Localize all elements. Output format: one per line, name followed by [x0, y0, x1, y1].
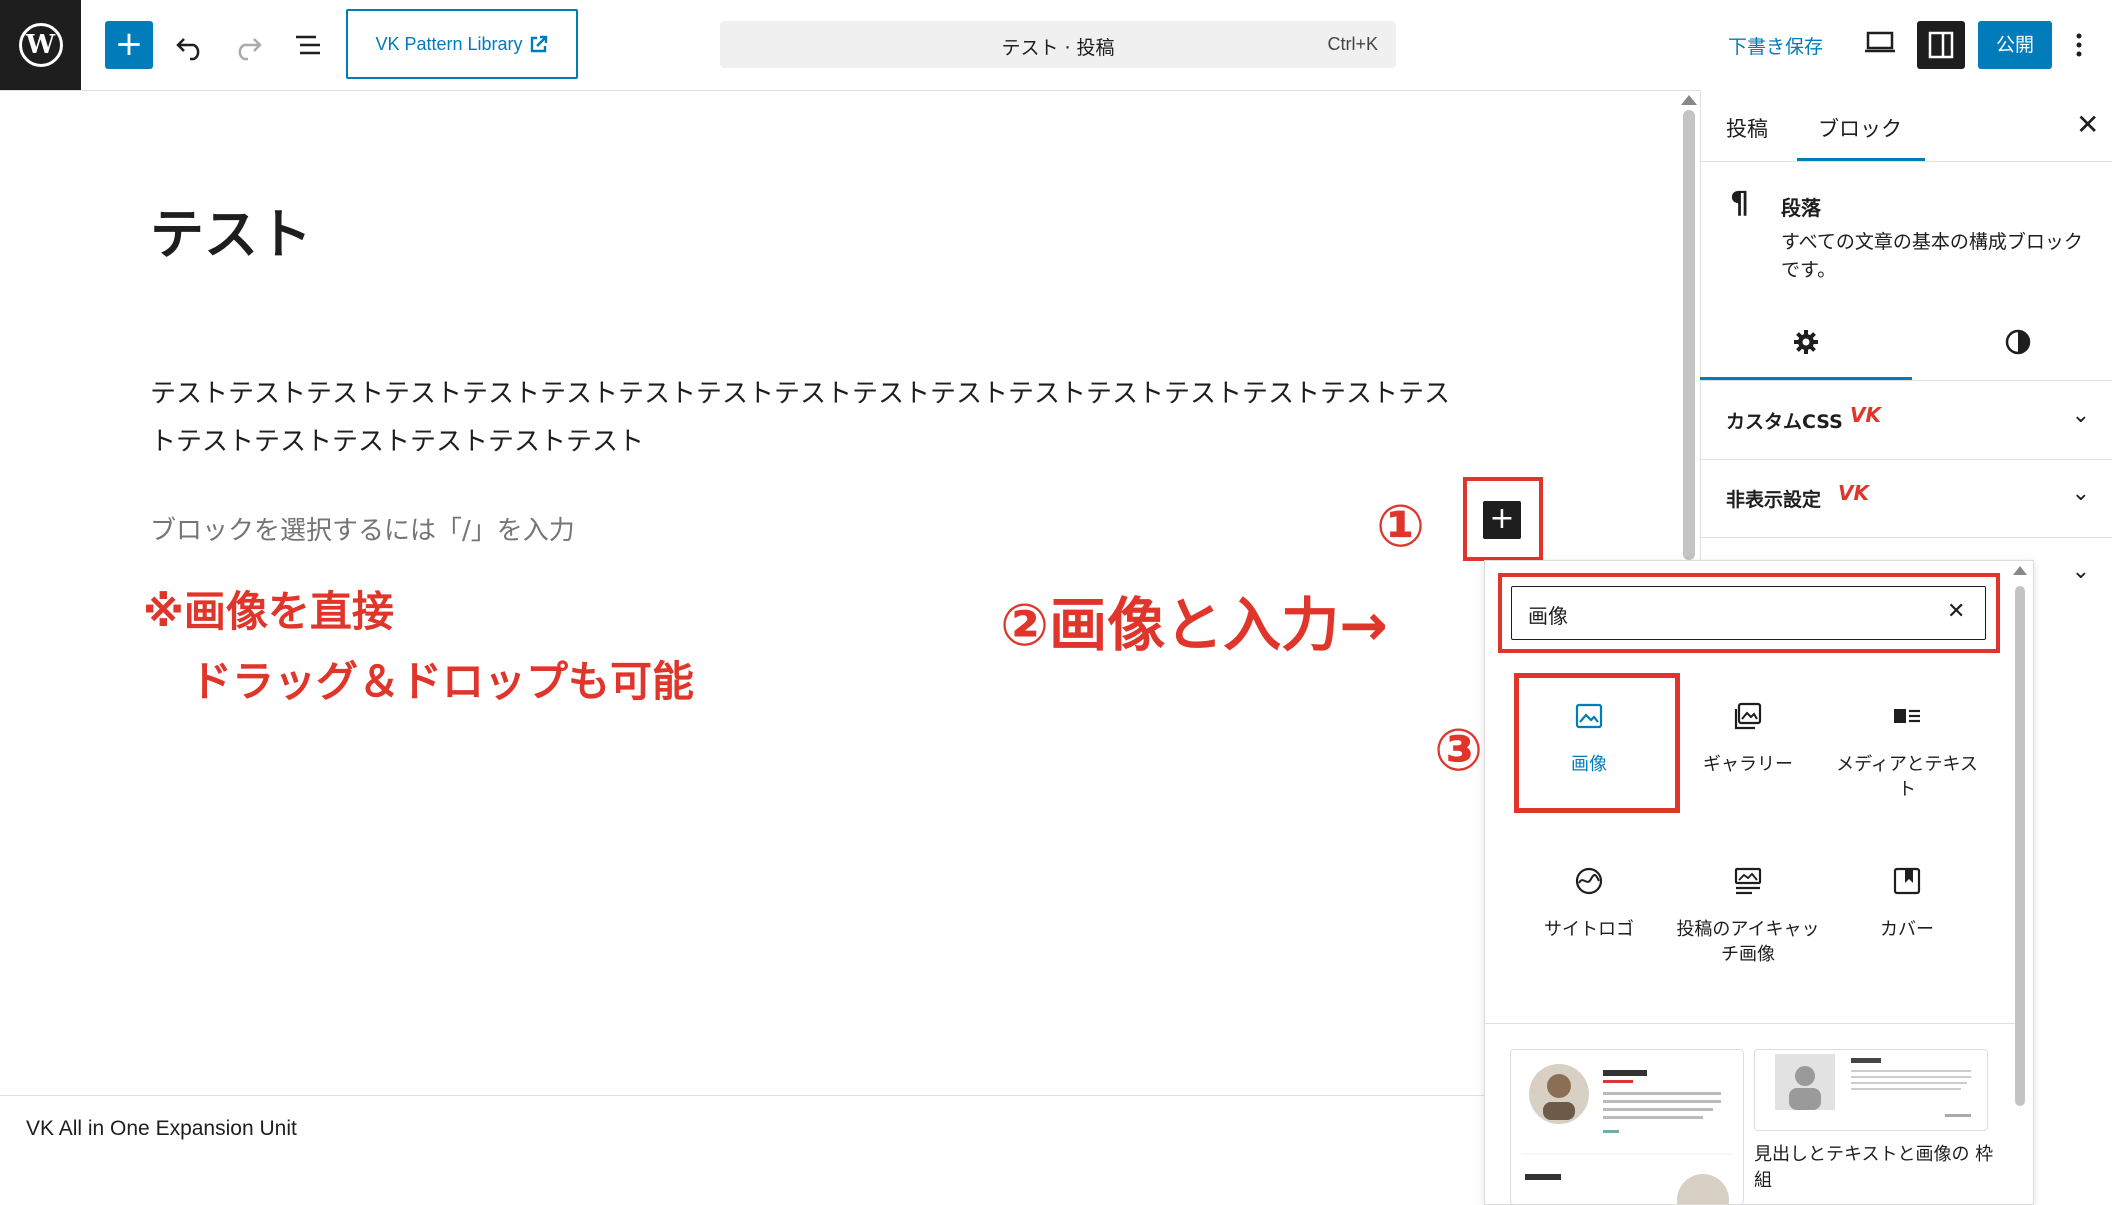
panel-title: 非表示設定: [1726, 489, 1822, 511]
pattern-title: 見出しとテキストと画像の 枠組: [1754, 1144, 1994, 1191]
chevron-down-icon: ⌄: [2071, 403, 2090, 428]
block-item-gallery[interactable]: ギャラリー: [1673, 700, 1823, 777]
block-item-media-text[interactable]: メディアとテキスト: [1832, 700, 1982, 802]
scroll-up-arrow-icon[interactable]: [2013, 566, 2027, 575]
pattern-thumbnail: [1521, 1064, 1733, 1204]
settings-sidebar-toggle-button[interactable]: [1917, 21, 1965, 69]
vk-pattern-library-label: VK Pattern Library: [375, 33, 523, 54]
block-item-label: 投稿のアイキャッチ画像: [1676, 919, 1820, 965]
block-item-site-logo[interactable]: サイトロゴ: [1514, 865, 1664, 942]
annotation-step3: ③: [1434, 716, 1484, 784]
panel-custom-css[interactable]: カスタムCSS VK ⌄: [1700, 381, 2112, 460]
block-card-description: すべての文章の基本の構成ブロックです。: [1781, 231, 2083, 281]
command-shortcut: Ctrl+K: [1327, 34, 1378, 54]
vk-badge-icon: VK: [1838, 481, 1869, 505]
annotation-note-line2: ドラッグ＆ドロップも可能: [190, 657, 695, 706]
block-item-label: サイトロゴ: [1544, 919, 1634, 940]
save-draft-button[interactable]: 下書き保存: [1728, 32, 1823, 59]
vk-badge-icon: VK: [1850, 403, 1881, 427]
block-inserter-toggle-button[interactable]: +: [105, 21, 153, 69]
document-title: テスト · 投稿: [1001, 37, 1115, 59]
inline-block-inserter-button[interactable]: +: [1483, 501, 1521, 539]
styles-half-circle-icon[interactable]: [2004, 328, 2032, 356]
close-icon[interactable]: ✕: [2076, 108, 2099, 141]
meta-box-title[interactable]: VK All in One Expansion Unit: [26, 1117, 297, 1141]
annotation-highlight-box: [1514, 673, 1680, 813]
paragraph-icon: ¶: [1730, 186, 1750, 221]
block-item-label: メディアとテキスト: [1836, 754, 1978, 800]
undo-icon[interactable]: [170, 25, 210, 65]
scroll-up-arrow-icon[interactable]: [1681, 95, 1697, 105]
paragraph-line: トテストテストテストテストテストテスト: [150, 427, 645, 457]
paragraph-block[interactable]: テストテストテストテストテストテストテストテストテストテストテストテストテストテ…: [150, 370, 1530, 466]
gear-icon[interactable]: [1792, 328, 1820, 356]
chevron-down-icon: ⌄: [2071, 559, 2090, 584]
post-title[interactable]: テスト: [150, 190, 312, 269]
paragraph-line: テストテストテストテストテストテストテストテストテストテストテストテストテストテ…: [150, 379, 1451, 409]
media-text-icon: [1894, 709, 1920, 723]
meta-box-area: [0, 1095, 1490, 1204]
featured-image-icon: [1734, 867, 1762, 895]
wordpress-logo-icon[interactable]: W: [0, 0, 81, 90]
block-item-label: ギャラリー: [1703, 754, 1793, 775]
divider: [1485, 1023, 2015, 1024]
document-overview-icon[interactable]: [288, 25, 328, 65]
more-options-icon[interactable]: [2075, 28, 2083, 62]
pattern-preview[interactable]: [1754, 1049, 1988, 1131]
command-palette-bar[interactable]: テスト · 投稿 Ctrl+K: [720, 21, 1396, 68]
inserter-scrollbar[interactable]: [2015, 586, 2025, 1106]
site-logo-icon: [1575, 867, 1603, 895]
block-item-cover[interactable]: カバー: [1832, 865, 1982, 942]
cover-icon: [1893, 867, 1921, 895]
annotation-highlight-box: [1498, 573, 2000, 653]
gallery-icon: [1734, 702, 1762, 730]
desktop-preview-icon[interactable]: [1864, 30, 1896, 54]
panel-title: カスタムCSS: [1726, 411, 1843, 433]
vk-pattern-library-button[interactable]: VK Pattern Library: [346, 9, 578, 79]
empty-block-placeholder[interactable]: ブロックを選択するには「/」を入力: [150, 510, 575, 547]
block-item-label: カバー: [1880, 919, 1934, 940]
publish-button[interactable]: 公開: [1978, 21, 2052, 69]
block-card-title: 段落: [1781, 196, 1821, 220]
annotation-step2: ②画像と入力→: [1000, 591, 1388, 659]
panel-hidden-settings[interactable]: 非表示設定 VK ⌄: [1700, 459, 2112, 538]
pattern-preview[interactable]: [1510, 1049, 1744, 1205]
tab-block[interactable]: ブロック: [1818, 113, 1902, 143]
chevron-down-icon: ⌄: [2071, 481, 2090, 506]
sidebar-icon: [1928, 31, 1954, 59]
redo-icon[interactable]: [228, 25, 268, 65]
tab-post[interactable]: 投稿: [1726, 113, 1768, 143]
pattern-thumbnail: [1775, 1054, 1971, 1117]
divider: [1700, 161, 2112, 162]
editor-scrollbar[interactable]: [1683, 110, 1695, 560]
block-item-featured-image[interactable]: 投稿のアイキャッチ画像: [1673, 865, 1823, 967]
external-link-icon: [530, 35, 547, 53]
annotation-step1: ①: [1376, 492, 1426, 560]
annotation-note-line1: ※画像を直接: [143, 587, 394, 636]
